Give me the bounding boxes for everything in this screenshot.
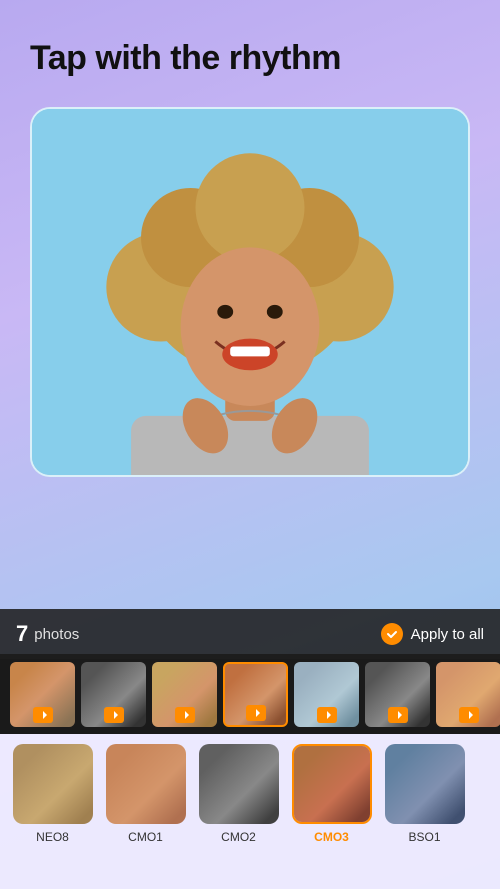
strip-item[interactable]	[152, 662, 217, 727]
filter-label-selected: CMO3	[314, 830, 349, 844]
apply-all-label: Apply to all	[411, 626, 484, 643]
strip-icon	[317, 707, 337, 723]
strip-icon	[459, 707, 479, 723]
strip-icon-active	[246, 705, 266, 721]
filter-cmo1[interactable]: CMO1	[103, 744, 188, 873]
filter-thumb	[385, 744, 465, 824]
filter-bso1[interactable]: BSO1	[382, 744, 467, 873]
filter-thumb	[106, 744, 186, 824]
photos-count: 7 photos	[16, 621, 79, 647]
strip-item[interactable]	[365, 662, 430, 727]
filter-thumb	[199, 744, 279, 824]
strip-item[interactable]	[81, 662, 146, 727]
photo-strip[interactable]	[0, 654, 500, 734]
filter-thumb-selected	[292, 744, 372, 824]
strip-item-active[interactable]	[223, 662, 288, 727]
strip-item[interactable]	[294, 662, 359, 727]
filter-label: NEO8	[36, 830, 69, 844]
header: Tap with the rhythm	[0, 0, 500, 97]
apply-all-button[interactable]: Apply to all	[381, 623, 484, 645]
photos-label: photos	[34, 626, 79, 643]
filter-neo8[interactable]: NEO8	[10, 744, 95, 873]
main-photo	[32, 109, 468, 475]
strip-item[interactable]	[10, 662, 75, 727]
photos-number: 7	[16, 621, 28, 647]
filter-row[interactable]: NEO8 CMO1 CMO2 CMO3 BSO1	[0, 734, 500, 889]
filter-cmo3[interactable]: CMO3	[289, 744, 374, 873]
filter-label: CMO1	[128, 830, 163, 844]
strip-icon	[33, 707, 53, 723]
strip-item[interactable]	[436, 662, 500, 727]
main-image-container	[30, 107, 470, 477]
page-title: Tap with the rhythm	[30, 40, 470, 77]
check-icon	[381, 623, 403, 645]
strip-icon	[104, 707, 124, 723]
woman-illustration	[32, 107, 468, 477]
filter-label: CMO2	[221, 830, 256, 844]
filter-thumb	[13, 744, 93, 824]
control-bar: 7 photos Apply to all	[0, 609, 500, 659]
strip-icon	[175, 707, 195, 723]
filter-cmo2[interactable]: CMO2	[196, 744, 281, 873]
strip-icon	[388, 707, 408, 723]
filter-label: BSO1	[408, 830, 440, 844]
